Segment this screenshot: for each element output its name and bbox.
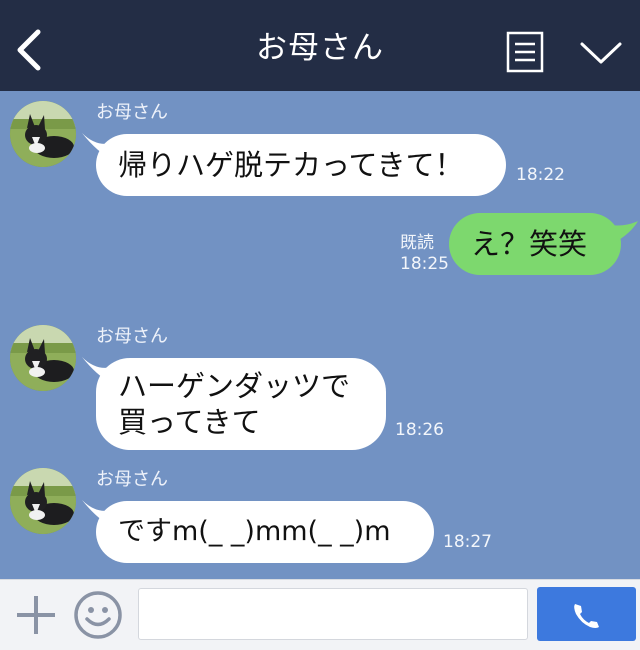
dropdown-button[interactable] <box>578 36 624 68</box>
sender-name: お母さん <box>96 102 168 123</box>
message-bubble[interactable]: 帰りハゲ脱テカってきて！ <box>96 134 506 196</box>
plus-icon <box>17 596 55 634</box>
input-bar <box>0 579 640 650</box>
bubble-tail <box>610 221 638 245</box>
message-time: 18:25 <box>400 254 449 274</box>
dog-avatar-icon <box>10 101 76 167</box>
menu-button[interactable] <box>506 31 544 73</box>
message-bubble[interactable]: ハーゲンダッツで 買ってきて <box>96 358 386 450</box>
message-text: 帰りハゲ脱テカってきて！ <box>118 148 464 182</box>
avatar[interactable] <box>10 468 76 534</box>
smiley-icon <box>74 591 122 639</box>
chat-area[interactable]: お母さん 帰りハゲ脱テカってきて！ 18:22 既読 18:25 え？笑笑 お母… <box>0 91 640 579</box>
message-text-line: 買ってきて <box>118 405 261 439</box>
avatar[interactable] <box>10 101 76 167</box>
message-bubble-outgoing[interactable]: え？笑笑 <box>449 213 621 275</box>
call-button[interactable] <box>537 587 636 641</box>
message-bubble[interactable]: ですm(_ _)mm(_ _)m <box>96 501 434 563</box>
menu-list-icon <box>506 31 544 73</box>
dog-avatar-icon <box>10 325 76 391</box>
chat-title: お母さん <box>256 30 384 66</box>
chat-header: お母さん <box>0 0 640 91</box>
phone-icon <box>574 604 599 628</box>
message-input[interactable] <box>138 588 528 640</box>
message-time: 18:27 <box>443 532 492 552</box>
read-receipt: 既読 <box>400 233 434 253</box>
message-text: ですm(_ _)mm(_ _)m <box>118 516 391 547</box>
message-time: 18:26 <box>395 420 444 440</box>
dog-avatar-icon <box>10 468 76 534</box>
message-text: え？笑笑 <box>471 227 588 261</box>
sender-name: お母さん <box>96 469 168 490</box>
avatar[interactable] <box>10 325 76 391</box>
message-text-line: ハーゲンダッツで <box>118 369 351 403</box>
emoji-button[interactable] <box>73 590 123 640</box>
chevron-down-icon <box>580 42 622 64</box>
sender-name: お母さん <box>96 326 168 347</box>
add-button[interactable] <box>14 593 58 637</box>
message-time: 18:22 <box>516 165 565 185</box>
